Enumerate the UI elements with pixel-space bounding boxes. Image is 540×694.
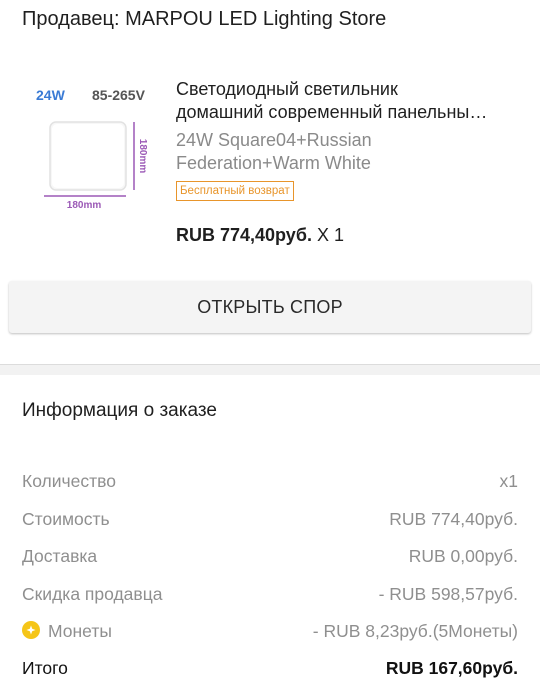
voltage-label: 85-265V	[92, 87, 146, 103]
order-row-quantity: Количество x1	[22, 469, 518, 493]
product-variant-line2: Federation+Warm White	[176, 153, 371, 173]
open-dispute-button[interactable]: ОТКРЫТЬ СПОР	[9, 281, 531, 333]
row-value: RUB 167,60руб.	[385, 657, 518, 678]
width-label: 180mm	[67, 200, 102, 211]
product-image[interactable]: 24W 85-265V 180mm 180mm	[22, 78, 158, 214]
power-label: 24W	[36, 87, 66, 103]
order-row-seller-discount: Скидка продавца - RUB 598,57руб.	[22, 582, 518, 606]
product-variant: 24W Square04+Russian Federation+Warm Whi…	[176, 129, 521, 175]
product-price: RUB 774,40руб.	[176, 225, 312, 245]
row-label: Стоимость	[22, 508, 110, 529]
coins-label-wrap: Монеты	[22, 621, 112, 642]
product-title-line1: Светодиодный светильник	[176, 79, 398, 99]
row-value: - RUB 8,23руб.(5Монеты)	[312, 620, 518, 641]
row-label: Итого	[22, 657, 68, 678]
row-value: RUB 0,00руб.	[408, 545, 518, 566]
order-row-total: Итого RUB 167,60руб.	[22, 656, 518, 680]
order-row-cost: Стоимость RUB 774,40руб.	[22, 507, 518, 531]
order-row-coins: Монеты - RUB 8,23руб.(5Монеты)	[22, 619, 518, 643]
product-quantity: X 1	[316, 225, 344, 245]
row-label: Монеты	[48, 620, 112, 641]
height-label: 180mm	[137, 139, 148, 174]
product-title-line2: домашний современный панельны…	[176, 102, 488, 122]
free-return-badge: Бесплатный возврат	[176, 181, 294, 201]
row-value: RUB 774,40руб.	[389, 508, 518, 529]
order-info-title: Информация о заказе	[22, 400, 217, 421]
row-label: Скидка продавца	[22, 583, 163, 604]
row-value: x1	[499, 470, 518, 491]
coin-icon	[22, 621, 40, 639]
row-label: Количество	[22, 470, 116, 491]
product-title[interactable]: Светодиодный светильник домашний совреме…	[176, 78, 521, 124]
price-line: RUB 774,40руб. X 1	[176, 225, 344, 246]
product-variant-line1: 24W Square04+Russian	[176, 130, 372, 150]
row-value: - RUB 598,57руб.	[378, 583, 518, 604]
order-row-shipping: Доставка RUB 0,00руб.	[22, 544, 518, 568]
section-divider	[0, 364, 540, 375]
row-label: Доставка	[22, 545, 98, 566]
seller-name[interactable]: Продавец: MARPOU LED Lighting Store	[22, 8, 386, 31]
